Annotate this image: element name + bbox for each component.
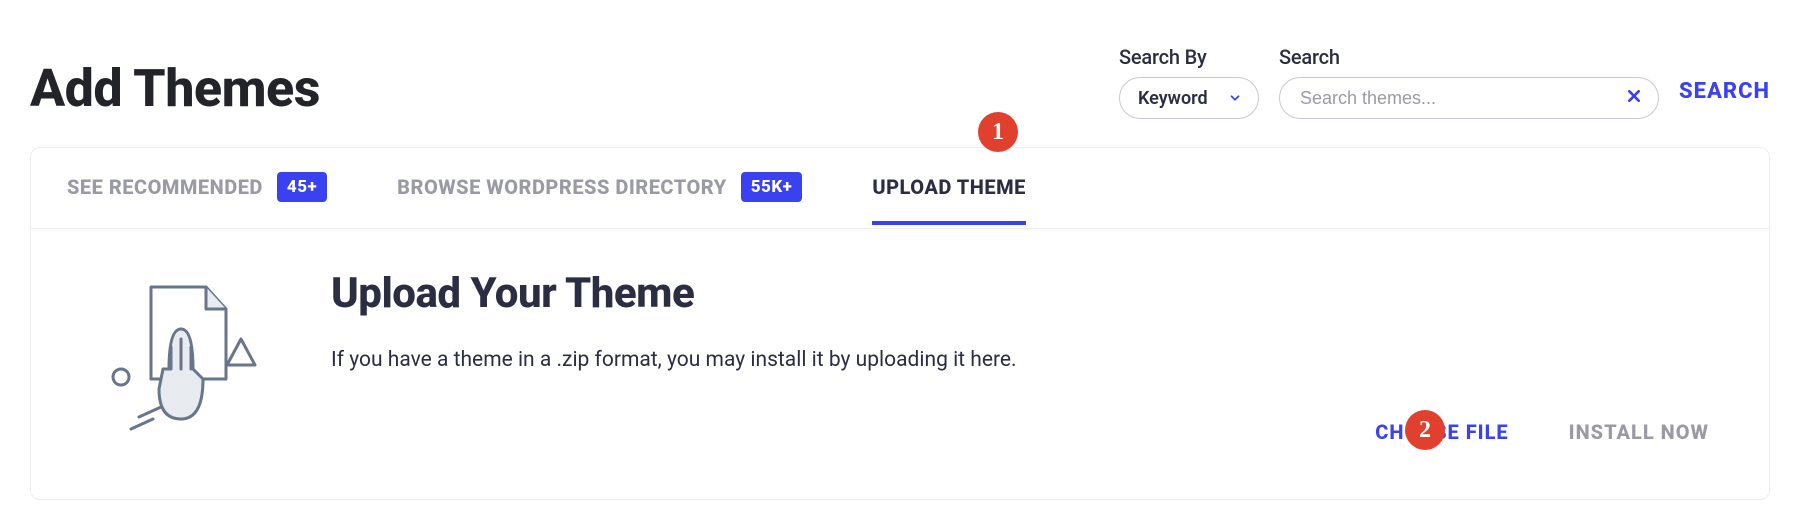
upload-illustration-icon (91, 269, 271, 439)
tab-label: UPLOAD THEME (872, 175, 1025, 199)
search-input-label: Search (1279, 45, 1659, 69)
tab-label: SEE RECOMMENDED (67, 175, 263, 199)
search-button[interactable]: SEARCH (1679, 79, 1770, 104)
tab-upload-theme[interactable]: UPLOAD THEME (872, 175, 1025, 225)
search-by-value: Keyword (1138, 88, 1208, 109)
count-badge: 45+ (277, 172, 327, 202)
tab-browse-directory[interactable]: BROWSE WORDPRESS DIRECTORY 55K+ (397, 172, 802, 228)
tabs: SEE RECOMMENDED 45+ BROWSE WORDPRESS DIR… (31, 148, 1769, 229)
annotation-marker-1: 1 (978, 112, 1018, 152)
themes-panel: SEE RECOMMENDED 45+ BROWSE WORDPRESS DIR… (30, 147, 1770, 500)
upload-section-title: Upload Your Theme (331, 269, 1709, 318)
install-now-button[interactable]: INSTALL NOW (1569, 420, 1709, 444)
search-area: Search By Keyword Search (1119, 45, 1770, 119)
search-by-select[interactable]: Keyword (1119, 77, 1259, 119)
search-input[interactable] (1300, 88, 1614, 109)
page-title: Add Themes (30, 58, 320, 119)
header: Add Themes Search By Keyword Search (30, 0, 1770, 139)
count-badge: 55K+ (741, 172, 803, 202)
search-by-label: Search By (1119, 45, 1259, 69)
annotation-marker-2: 2 (1405, 410, 1445, 450)
upload-section-description: If you have a theme in a .zip format, yo… (331, 348, 1709, 372)
tab-see-recommended[interactable]: SEE RECOMMENDED 45+ (67, 172, 327, 228)
tab-label: BROWSE WORDPRESS DIRECTORY (397, 175, 727, 199)
chevron-down-icon (1228, 91, 1242, 105)
clear-icon[interactable] (1626, 88, 1642, 108)
